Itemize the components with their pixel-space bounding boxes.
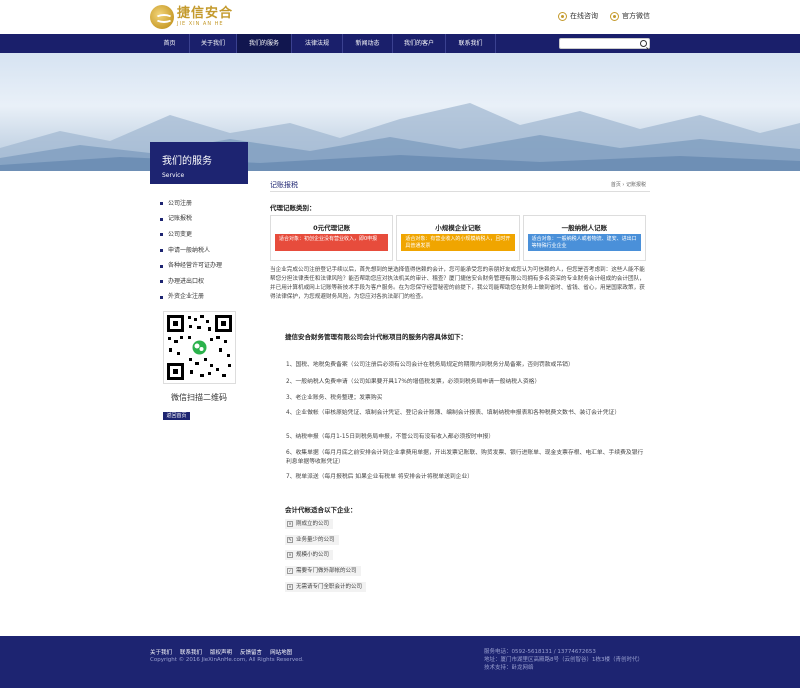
online-consult-label: 在线咨询 xyxy=(570,12,598,20)
bullet-icon xyxy=(160,217,163,221)
plan-card-general-taxpayer[interactable]: 一般纳税人记账 适合对象：一般纳税人或者物流、建安、进出口等特殊行业企业 xyxy=(522,215,646,261)
site-logo[interactable]: 捷信安合 JIE XIN AN HE xyxy=(150,4,233,30)
fit-tag: ✓ 需要专门做外部帐的公司 xyxy=(285,566,361,576)
plan-card-small-scale[interactable]: 小规模企业记账 适合对象：有营业收入的小规模纳税人，且时开具普通发票 xyxy=(396,215,520,261)
plan-cards: 0元代理记账 适合对象：初创企业没有营业收入，即0申报 小规模企业记账 适合对象… xyxy=(270,215,646,261)
fit-tag: ✎ 业务量少的公司 xyxy=(285,535,339,545)
sidebar-item-general-taxpayer[interactable]: 申请一般纳税人 xyxy=(160,243,248,259)
check-box-icon: ✓ xyxy=(287,568,293,574)
content-header: 记账报税 首页 › 记账报税 xyxy=(270,180,650,192)
footer-link-feedback[interactable]: 反馈留言 xyxy=(240,648,262,656)
nav-item-laws[interactable]: 法律法规 xyxy=(292,34,343,53)
service-item: 2、一般纳税人免费申请（公司如果要开具17%的增值税发票，必须到税务局申请一般纳… xyxy=(286,379,541,385)
copyright-text: Copyright © 2016 JieXinAnHe.com, All Rig… xyxy=(150,657,304,663)
nav-item-services[interactable]: 我们的服务 xyxy=(237,34,292,53)
official-wechat-link[interactable]: 官方微信 xyxy=(610,11,650,21)
plan-desc: 适合对象：初创企业没有营业收入，即0申报 xyxy=(275,234,389,251)
bullet-icon xyxy=(160,202,163,206)
page-title: 记账报税 xyxy=(270,181,298,189)
close-box-icon: × xyxy=(287,521,293,527)
service-item: 5、纳税申报（每月1-15日到税务局申报，不管公司有没有收入都必须按时申报） xyxy=(286,434,495,440)
sidebar-title-en: Service xyxy=(162,172,185,179)
site-footer: 关于我们 联系我们 版权声明 反馈留言 网站地图 Copyright © 201… xyxy=(0,636,800,688)
services-heading: 捷信安合财务管理有限公司会计代帐项目的服务内容具体如下： xyxy=(285,333,467,341)
logo-mark-icon xyxy=(150,5,174,29)
contact-phone: 服务电话：0592-5618131 / 13774672653 xyxy=(484,649,596,655)
intro-paragraph: 当企业完成公司注册登记手续以后，首先想到的是选择值得信赖的会计，您可能承受您的亲… xyxy=(270,267,645,300)
plan-desc: 适合对象：有营业收入的小规模纳税人，且时开具普通发票 xyxy=(401,234,515,251)
fit-heading: 会计代帐适合以下企业： xyxy=(285,506,357,514)
bullet-icon xyxy=(160,295,163,299)
bullet-icon xyxy=(160,280,163,284)
breadcrumb[interactable]: 首页 › 记账报税 xyxy=(611,181,646,188)
online-consult-link[interactable]: 在线咨询 xyxy=(558,11,598,21)
service-item: 6、收集单据（每月月底之前安排会计到企业拿费用单据，开出发票记账联、购货发票、银… xyxy=(286,450,644,465)
sidebar-item-foreign-enterprise[interactable]: 外资企业注册 xyxy=(160,290,248,306)
official-wechat-label: 官方微信 xyxy=(622,12,650,20)
fit-tag: × 规模小的公司 xyxy=(285,550,334,560)
sidebar-item-company-registration[interactable]: 公司注册 xyxy=(160,196,248,212)
header-links: 在线咨询 官方微信 xyxy=(558,11,650,21)
sidebar-title-cn: 我们的服务 xyxy=(162,156,212,167)
plan-card-zero[interactable]: 0元代理记账 适合对象：初创企业没有营业收入，即0申报 xyxy=(270,215,394,261)
contact-address: 地址：厦门市湖里区高殿路8号（云创智谷）1栋3楼（青创时代） xyxy=(484,657,643,663)
back-home-button[interactable]: 返回首页 xyxy=(163,412,190,420)
wechat-icon xyxy=(610,11,619,21)
footer-link-copyright[interactable]: 版权声明 xyxy=(210,648,232,656)
tech-support: 技术支持：卧龙网络 xyxy=(484,665,534,671)
service-item: 1、国税、地税免费备案（公司注册后必须有公司会计在税务局规定的期限内到税务分局备… xyxy=(286,362,574,368)
headset-icon xyxy=(558,11,567,21)
service-item: 7、税单派送（每月报税后 如果企业有税单 将安排会计将税单送到企业） xyxy=(286,474,474,480)
logo-text-en: JIE XIN AN HE xyxy=(177,21,224,27)
sidebar-menu: 公司注册 记账报税 公司变更 申请一般纳税人 各种经营许可证办理 办理进出口权 … xyxy=(160,196,248,305)
plan-desc: 适合对象：一般纳税人或者物流、建安、进出口等特殊行业企业 xyxy=(527,234,641,251)
footer-link-about[interactable]: 关于我们 xyxy=(150,648,172,656)
footer-links: 关于我们 联系我们 版权声明 反馈留言 网站地图 xyxy=(150,648,292,656)
qr-caption: 微信扫描二维码 xyxy=(171,393,227,402)
main-nav: 首页 关于我们 我们的服务 法律法规 新闻动态 我们的客户 联系我们 xyxy=(0,34,800,53)
search-input[interactable] xyxy=(559,38,650,49)
service-item: 4、企业做帐（审核原始凭证、填制会计凭证、登记会计账簿、编制会计报表、填制纳税申… xyxy=(286,410,621,416)
bullet-icon xyxy=(160,233,163,237)
nav-item-news[interactable]: 新闻动态 xyxy=(343,34,393,53)
sidebar-item-company-change[interactable]: 公司变更 xyxy=(160,227,248,243)
fit-tag: × 无需请专门全职会计的公司 xyxy=(285,582,367,592)
mountain-landscape-image xyxy=(0,103,800,171)
plan-name: 小规模企业记账 xyxy=(435,224,481,232)
nav-item-home[interactable]: 首页 xyxy=(150,34,190,53)
contact-info: 服务电话：0592-5618131 / 13774672653 地址：厦门市湖里… xyxy=(484,648,643,672)
nav-item-contact[interactable]: 联系我们 xyxy=(446,34,496,53)
service-item: 3、老企业账务、税务整理；发票购买 xyxy=(286,395,383,401)
sidebar-item-licenses[interactable]: 各种经营许可证办理 xyxy=(160,258,248,274)
sidebar-item-import-export[interactable]: 办理进出口权 xyxy=(160,274,248,290)
wechat-qr-code xyxy=(163,311,236,384)
plan-name: 一般纳税人记账 xyxy=(561,224,608,232)
close-box-icon: × xyxy=(287,584,293,590)
pen-icon: ✎ xyxy=(287,537,293,543)
footer-link-sitemap[interactable]: 网站地图 xyxy=(270,648,292,656)
nav-item-clients[interactable]: 我们的客户 xyxy=(393,34,446,53)
fit-tag: × 刚成立的公司 xyxy=(285,519,334,529)
logo-text-cn: 捷信安合 xyxy=(177,6,234,21)
nav-item-about[interactable]: 关于我们 xyxy=(190,34,237,53)
qr-code-icon xyxy=(167,315,232,380)
close-box-icon: × xyxy=(287,552,293,558)
bullet-icon xyxy=(160,249,163,253)
bullet-icon xyxy=(160,264,163,268)
search-icon[interactable] xyxy=(640,40,647,47)
mountain-banner xyxy=(0,53,800,171)
sidebar-title-box: 我们的服务 Service xyxy=(150,142,248,184)
footer-link-contact[interactable]: 联系我们 xyxy=(180,648,202,656)
sidebar-item-bookkeeping[interactable]: 记账报税 xyxy=(160,212,248,228)
site-header: 捷信安合 JIE XIN AN HE 在线咨询 官方微信 xyxy=(0,0,800,34)
plan-name: 0元代理记账 xyxy=(313,224,351,232)
category-label: 代理记账类别： xyxy=(270,204,316,212)
